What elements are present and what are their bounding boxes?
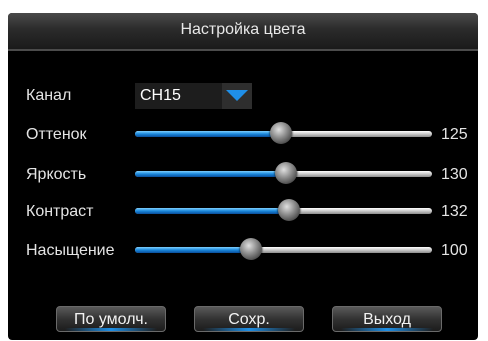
save-button[interactable]: Сохр. [194,306,304,332]
button-glow [65,328,157,331]
default-button[interactable]: По умолч. [56,306,166,332]
brightness-slider[interactable] [135,162,432,184]
contrast-slider[interactable] [135,199,432,221]
slider-fill [135,131,281,137]
title-bar: Настройка цвета [8,13,478,51]
saturation-value: 100 [441,242,468,259]
brightness-value: 130 [441,166,468,183]
slider-fill [135,171,287,177]
slider-thumb[interactable] [275,162,298,184]
button-glow [341,328,433,331]
channel-value: CH15 [140,87,181,104]
saturation-slider[interactable] [135,238,432,260]
dropdown-arrow-icon[interactable] [222,83,252,109]
slider-thumb[interactable] [269,122,292,144]
contrast-label: Контраст [26,203,94,220]
contrast-value: 132 [441,203,468,220]
hue-value: 125 [441,126,468,143]
exit-button[interactable]: Выход [332,306,442,332]
channel-select[interactable]: CH15 [135,83,252,109]
slider-fill [135,247,251,253]
save-button-label: Сохр. [228,311,270,328]
button-glow [203,328,295,331]
brightness-label: Яркость [26,166,87,183]
exit-button-label: Выход [363,311,411,328]
color-settings-dialog: Настройка цвета Канал CH15 Оттенок 125 Я… [8,13,478,340]
dialog-title: Настройка цвета [180,21,306,38]
slider-thumb[interactable] [239,238,262,260]
slider-fill [135,208,290,214]
default-button-label: По умолч. [74,311,148,328]
hue-slider[interactable] [135,122,432,144]
slider-thumb[interactable] [278,199,301,221]
hue-label: Оттенок [26,126,87,143]
saturation-label: Насыщение [26,242,115,259]
channel-label: Канал [26,87,72,104]
